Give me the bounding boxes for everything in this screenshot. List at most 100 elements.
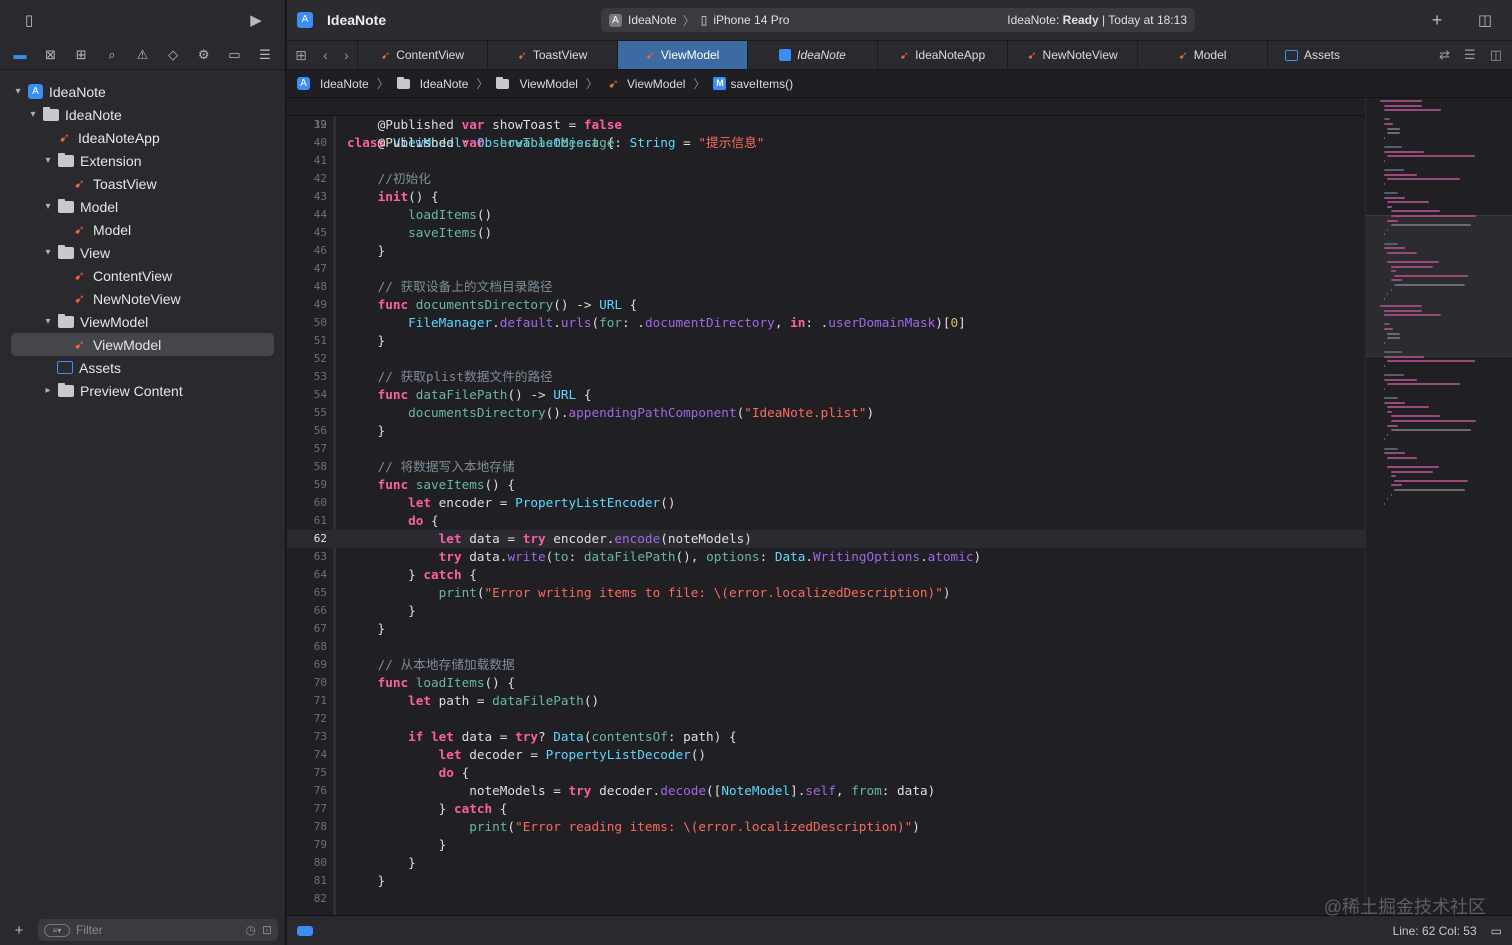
code-line[interactable]: 57 [287, 440, 1365, 458]
code-line[interactable]: 49 func documentsDirectory() -> URL { [287, 296, 1365, 314]
code-line[interactable]: 44 loadItems() [287, 206, 1365, 224]
tree-row-file[interactable]: ➹ ToastView [0, 172, 285, 195]
filter-options-icon[interactable]: ≡▾ [44, 923, 70, 937]
source-editor[interactable]: 12 class ViewModel: ObservableObject { 3… [287, 98, 1365, 915]
tree-row-project[interactable]: ▾ A IdeaNote [0, 80, 285, 103]
split-editor-icon[interactable]: ◫ [1490, 47, 1502, 63]
code-line[interactable]: 63 try data.write(to: dataFilePath(), op… [287, 548, 1365, 566]
tree-row-file[interactable]: ➹ IdeaNoteApp [0, 126, 285, 149]
tab-model[interactable]: ➹ Model [1137, 41, 1267, 69]
code-line[interactable]: 41 [287, 152, 1365, 170]
editor-options-icon[interactable]: ☰ [1464, 47, 1476, 63]
code-line[interactable]: 50 FileManager.default.urls(for: .docume… [287, 314, 1365, 332]
chevron-down-icon[interactable]: ▾ [42, 155, 54, 166]
breadcrumb-item[interactable]: saveItems() [730, 77, 793, 91]
breakpoint-navigator-icon[interactable]: ▭ [223, 46, 245, 64]
code-line[interactable]: 65 print("Error writing items to file: \… [287, 584, 1365, 602]
code-line[interactable]: 45 saveItems() [287, 224, 1365, 242]
breadcrumb-item[interactable]: ViewModel [627, 77, 685, 91]
report-navigator-icon[interactable]: ☰ [254, 46, 276, 64]
code-line[interactable]: 73 if let data = try? Data(contentsOf: p… [287, 728, 1365, 746]
tab-ideanoteapp[interactable]: ➹ IdeaNoteApp [877, 41, 1007, 69]
code-line[interactable]: 59 func saveItems() { [287, 476, 1365, 494]
tab-viewmodel[interactable]: ➹ ViewModel [617, 41, 747, 69]
chevron-down-icon[interactable]: ▾ [42, 316, 54, 327]
tree-row-file[interactable]: ➹ ContentView [0, 264, 285, 287]
tab-newnoteview[interactable]: ➹ NewNoteView [1007, 41, 1137, 69]
find-navigator-icon[interactable]: ⌕ [101, 46, 123, 64]
code-line[interactable]: 48 // 获取设备上的文档目录路径 [287, 278, 1365, 296]
code-line[interactable]: 82 [287, 890, 1365, 908]
code-line[interactable]: 64 } catch { [287, 566, 1365, 584]
recent-files-icon[interactable]: ◷ [245, 923, 255, 937]
code-line[interactable]: 80 } [287, 854, 1365, 872]
code-line[interactable]: 67 } [287, 620, 1365, 638]
code-line[interactable]: 74 let decoder = PropertyListDecoder() [287, 746, 1365, 764]
code-line[interactable]: 40 @Published var showToastMessage: Stri… [287, 134, 1365, 152]
breadcrumb-item[interactable]: IdeaNote [420, 77, 469, 91]
tree-row-file[interactable]: ➹ Model [0, 218, 285, 241]
code-line[interactable]: 68 [287, 638, 1365, 656]
test-navigator-icon[interactable]: ◇ [162, 46, 184, 64]
add-icon[interactable]: + [8, 921, 30, 939]
project-navigator-icon[interactable]: ▬ [9, 46, 31, 64]
chevron-right-icon[interactable]: ▸ [42, 385, 54, 396]
source-control-filter-icon[interactable]: ⊡ [262, 923, 272, 937]
code-line[interactable]: 55 documentsDirectory().appendingPathCom… [287, 404, 1365, 422]
code-line[interactable]: 70 func loadItems() { [287, 674, 1365, 692]
back-icon[interactable]: ‹ [323, 47, 328, 63]
code-line[interactable]: 60 let encoder = PropertyListEncoder() [287, 494, 1365, 512]
grid-icon[interactable]: ⊞ [295, 47, 307, 64]
code-line[interactable]: 76 noteModels = try decoder.decode([Note… [287, 782, 1365, 800]
code-line[interactable]: 43 init() { [287, 188, 1365, 206]
forward-icon[interactable]: › [344, 47, 349, 63]
breadcrumb-item[interactable]: ViewModel [519, 77, 577, 91]
code-line[interactable]: 69 // 从本地存储加载数据 [287, 656, 1365, 674]
source-control-navigator-icon[interactable]: ⊠ [40, 46, 62, 64]
minimap[interactable] [1365, 98, 1512, 915]
tree-row-folder[interactable]: ▾ Extension [0, 149, 285, 172]
tab-toastview[interactable]: ➹ ToastView [487, 41, 617, 69]
code-line[interactable]: 42 //初始化 [287, 170, 1365, 188]
code-line[interactable]: 75 do { [287, 764, 1365, 782]
breadcrumb-item[interactable]: IdeaNote [320, 77, 369, 91]
code-line[interactable]: 52 [287, 350, 1365, 368]
code-line[interactable]: 58 // 将数据写入本地存储 [287, 458, 1365, 476]
code-line[interactable]: 51 } [287, 332, 1365, 350]
issue-navigator-icon[interactable]: ⚠ [132, 46, 154, 64]
tab-contentview[interactable]: ➹ ContentView [357, 41, 487, 69]
toggle-sidebar-icon[interactable]: ▯ [18, 11, 40, 29]
code-line[interactable]: 54 func dataFilePath() -> URL { [287, 386, 1365, 404]
code-line[interactable]: 72 [287, 710, 1365, 728]
add-library-icon[interactable]: + [1426, 10, 1448, 30]
scheme-target[interactable]: IdeaNote [628, 13, 677, 27]
code-line[interactable]: 81 } [287, 872, 1365, 890]
code-line[interactable]: 47 [287, 260, 1365, 278]
symbol-navigator-icon[interactable]: ⊞ [70, 46, 92, 64]
toggle-debug-area-icon[interactable]: ▭ [1491, 924, 1502, 938]
code-line[interactable]: 79 } [287, 836, 1365, 854]
tree-row-assets[interactable]: Assets [0, 356, 285, 379]
tree-row-folder[interactable]: ▾ View [0, 241, 285, 264]
chevron-down-icon[interactable]: ▾ [42, 247, 54, 258]
toggle-inspector-icon[interactable]: ◫ [1474, 11, 1496, 29]
code-line[interactable]: 56 } [287, 422, 1365, 440]
run-button-icon[interactable]: ▶ [245, 11, 267, 29]
chevron-down-icon[interactable]: ▾ [42, 201, 54, 212]
run-destination[interactable]: iPhone 14 Pro [713, 13, 789, 27]
debug-area-icon[interactable] [297, 925, 313, 936]
tab-ideanote[interactable]: IdeaNote [747, 41, 877, 69]
tab-assets[interactable]: Assets [1267, 41, 1357, 69]
code-line[interactable]: 77 } catch { [287, 800, 1365, 818]
tree-row-file-selected[interactable]: ➹ ViewModel [11, 333, 274, 356]
filter-field[interactable]: ≡▾ Filter ◷ ⊡ [38, 919, 278, 941]
scheme-activity-bar[interactable]: A IdeaNote 〉 ▯ iPhone 14 Pro IdeaNote: R… [601, 8, 1195, 32]
code-line[interactable]: 61 do { [287, 512, 1365, 530]
code-line[interactable]: 66 } [287, 602, 1365, 620]
related-items-icon[interactable]: ⇄ [1439, 47, 1450, 63]
tree-row-folder[interactable]: ▾ IdeaNote [0, 103, 285, 126]
code-line[interactable]: 46 } [287, 242, 1365, 260]
minimap-viewport[interactable] [1366, 215, 1512, 357]
debug-navigator-icon[interactable]: ⚙ [193, 46, 215, 64]
chevron-down-icon[interactable]: ▾ [27, 109, 39, 120]
